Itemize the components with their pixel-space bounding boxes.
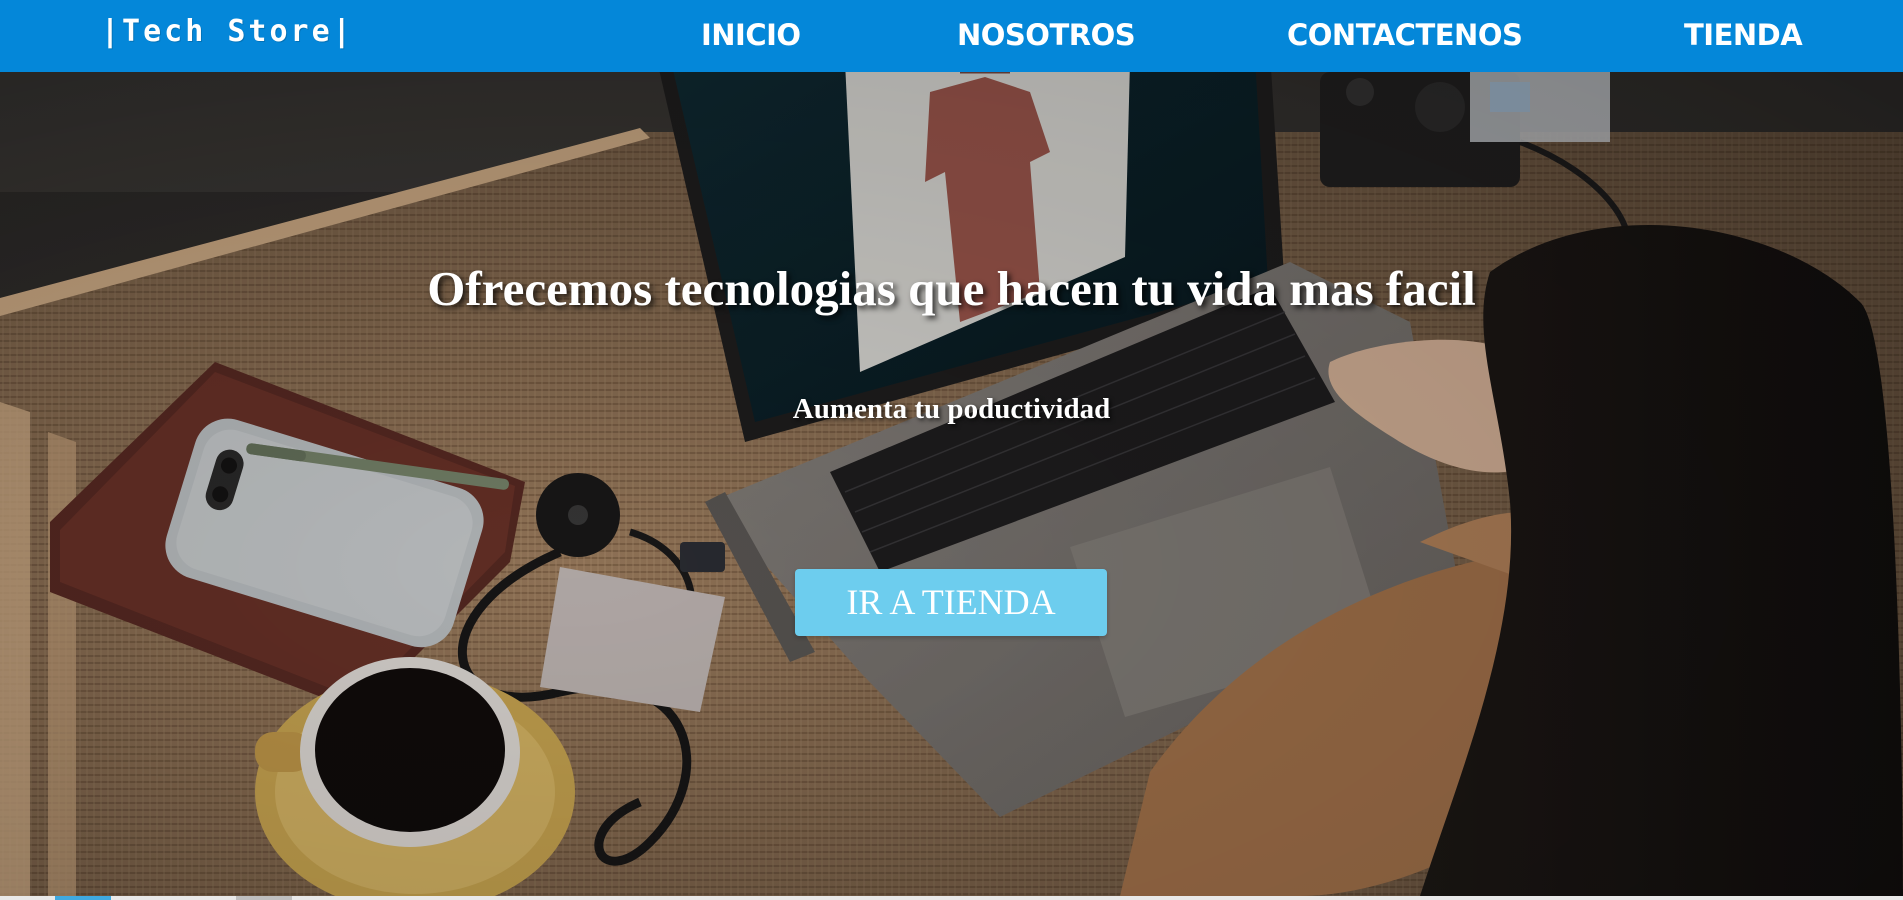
go-to-store-button[interactable]: IR A TIENDA — [795, 569, 1107, 636]
nav-link-contactenos[interactable]: CONTACTENOS — [1287, 18, 1523, 52]
next-section-edge — [0, 896, 1903, 900]
site-logo[interactable]: |Tech Store| — [101, 14, 354, 49]
nav-link-inicio[interactable]: INICIO — [701, 18, 801, 52]
navbar: |Tech Store| INICIO NOSOTROS CONTACTENOS… — [0, 0, 1903, 72]
hero-section: Ofrecemos tecnologias que hacen tu vida … — [0, 72, 1903, 896]
strip-accent — [236, 896, 292, 900]
hero-title: Ofrecemos tecnologias que hacen tu vida … — [427, 261, 1476, 316]
strip-accent — [55, 896, 111, 900]
nav-link-tienda[interactable]: TIENDA — [1684, 18, 1803, 52]
hero-overlay — [0, 72, 1903, 896]
nav-link-nosotros[interactable]: NOSOTROS — [957, 18, 1136, 52]
hero-subtitle: Aumenta tu poductividad — [792, 393, 1111, 425]
